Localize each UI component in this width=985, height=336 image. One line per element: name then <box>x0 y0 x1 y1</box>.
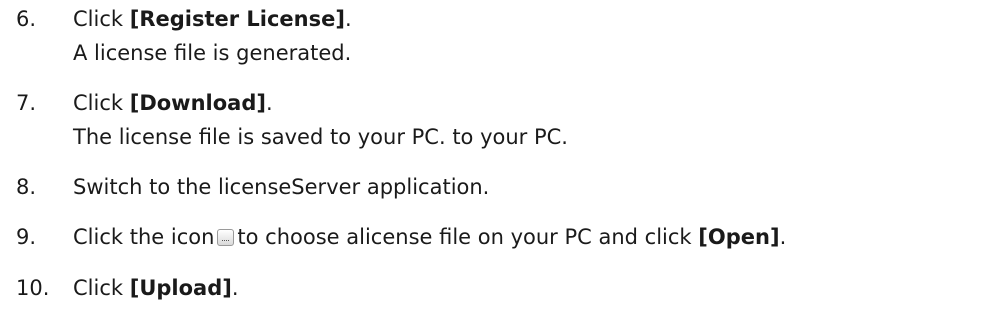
step-instruction: Click [Register License]. <box>73 7 352 31</box>
ui-label-open: [Open] <box>698 225 780 249</box>
step-body: Click [Download]. The license file is sa… <box>73 89 568 157</box>
step-result: The license file is saved to your PC. to… <box>73 125 568 149</box>
step-instruction: Switch to the licenseServer application. <box>73 175 490 199</box>
step-number: 6. <box>16 7 37 31</box>
step-body: Click [Upload]. <box>73 274 239 308</box>
step-instruction: Click [Download]. <box>73 91 273 115</box>
step-instruction: Click the icon to choose alicense file on… <box>73 225 787 249</box>
ui-label-register-license: [Register License] <box>129 7 345 31</box>
step-body: Click the icon to choose alicense file on… <box>73 223 786 257</box>
step-body: Click [Register License]. A license file… <box>73 5 352 73</box>
ui-label-download: [Download] <box>129 91 266 115</box>
browse-button-icon <box>217 229 235 246</box>
step-result: A license file is generated. <box>73 41 352 65</box>
step-instruction: Click [Upload]. <box>73 276 239 300</box>
step-number: 10. <box>16 276 50 300</box>
step-body: Switch to the licenseServer application. <box>73 173 489 207</box>
step-number: 8. <box>16 175 37 199</box>
step-number: 9. <box>16 225 37 249</box>
step-number: 7. <box>16 91 37 115</box>
ui-label-upload: [Upload] <box>129 276 232 300</box>
